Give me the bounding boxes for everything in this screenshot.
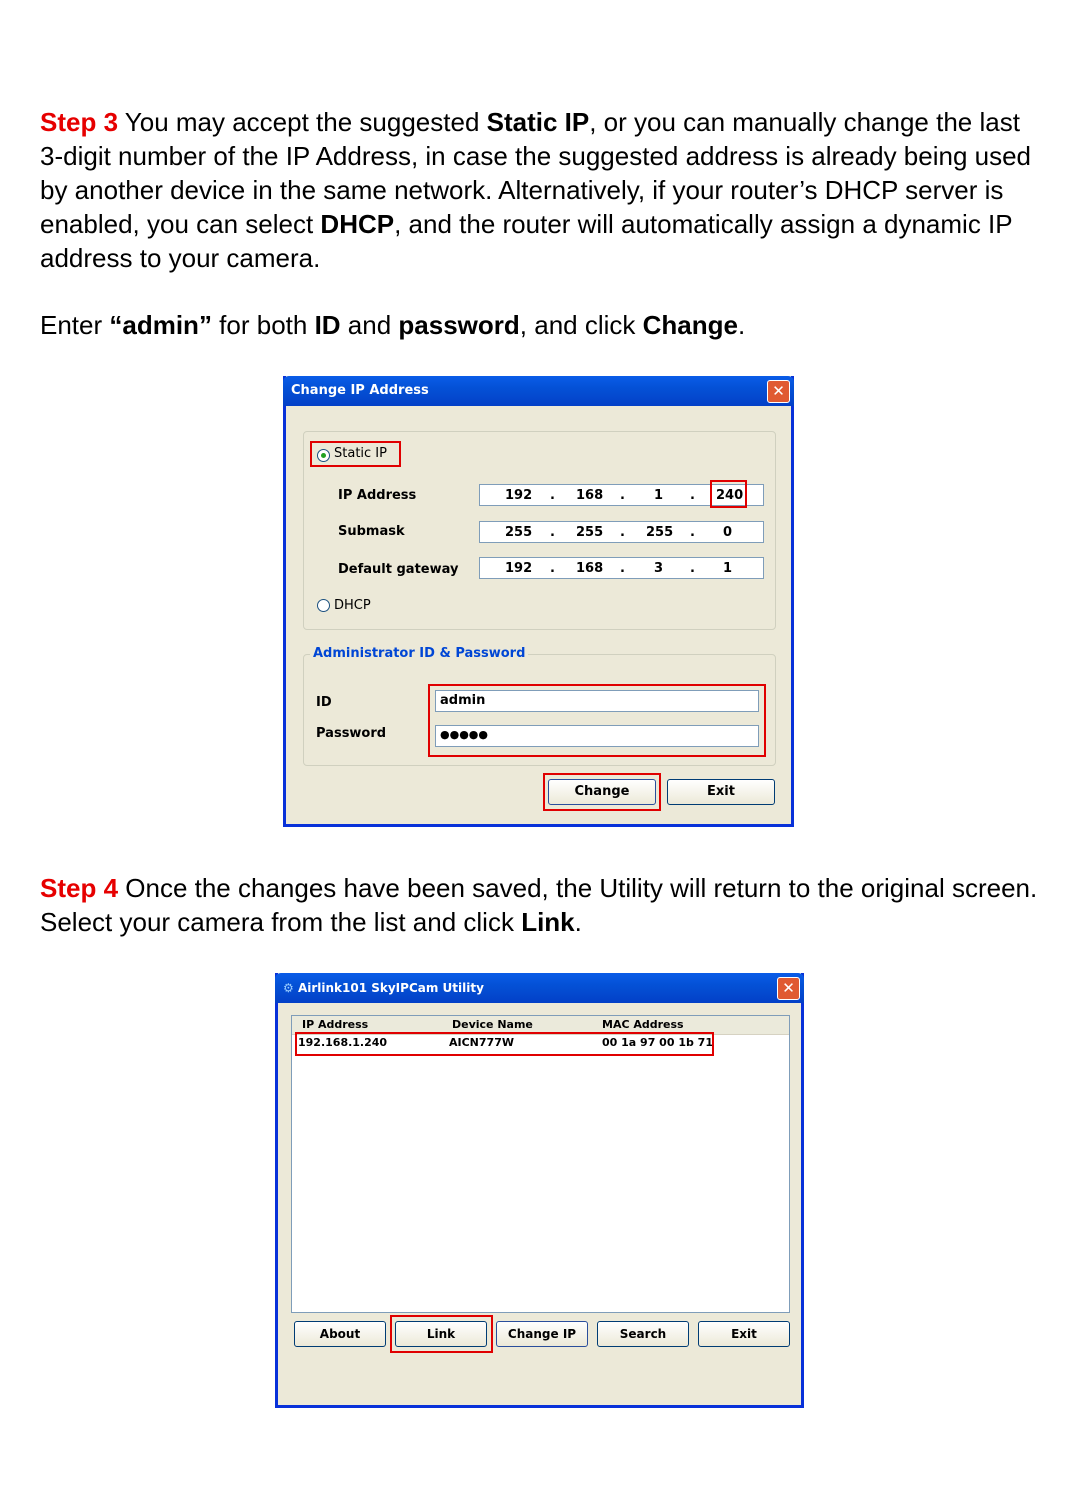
- dhcp-radio[interactable]: [317, 599, 330, 612]
- step4-label: Step 4: [40, 873, 119, 903]
- dot: .: [550, 525, 555, 540]
- octet: 0: [723, 525, 733, 540]
- submask-label: Submask: [338, 524, 405, 539]
- octet: 1: [654, 488, 664, 503]
- exit-button[interactable]: Exit: [698, 1321, 790, 1347]
- dot: .: [620, 525, 625, 540]
- dot: .: [690, 525, 695, 540]
- step4-paragraph: Step 4 Once the changes have been saved,…: [40, 871, 1050, 939]
- dot: .: [690, 561, 695, 576]
- step3-label: Step 3: [40, 107, 119, 137]
- octet: 192: [505, 488, 533, 503]
- dot: .: [620, 561, 625, 576]
- text: .: [574, 907, 582, 937]
- column-header[interactable]: MAC Address: [602, 1018, 684, 1031]
- dot: .: [620, 488, 625, 503]
- highlight-box: [428, 684, 766, 757]
- octet: 1: [723, 561, 733, 576]
- highlight-box: [543, 773, 661, 811]
- column-header[interactable]: Device Name: [452, 1018, 533, 1031]
- highlight-box: [710, 480, 747, 508]
- dialog-title: Change IP Address: [291, 383, 429, 398]
- octet: 192: [505, 561, 533, 576]
- highlight-box: [295, 1032, 714, 1056]
- about-button[interactable]: About: [294, 1321, 386, 1347]
- close-icon[interactable]: ✕: [777, 977, 800, 1000]
- bold-text: password: [398, 310, 520, 340]
- bold-text: Static IP: [486, 107, 590, 137]
- step3-paragraph: Step 3 You may accept the suggested Stat…: [40, 105, 1050, 275]
- change-ip-button[interactable]: Change IP: [496, 1321, 588, 1347]
- dot: .: [690, 488, 695, 503]
- text: Enter: [40, 310, 110, 340]
- octet: 255: [576, 525, 604, 540]
- ip-address-label: IP Address: [338, 488, 417, 503]
- dot: .: [550, 561, 555, 576]
- instruction-paragraph: Enter “admin” for both ID and password, …: [40, 308, 1050, 342]
- text: and: [340, 310, 399, 340]
- bold-text: DHCP: [320, 209, 395, 239]
- dhcp-label: DHCP: [334, 598, 371, 613]
- window-title: Airlink101 SkyIPCam Utility: [297, 981, 484, 995]
- bold-text: “admin”: [109, 310, 212, 340]
- gateway-label: Default gateway: [338, 562, 459, 577]
- bold-text: ID: [314, 310, 341, 340]
- exit-button[interactable]: Exit: [667, 779, 775, 805]
- device-list[interactable]: IP Address Device Name MAC Address 192.1…: [291, 1015, 790, 1313]
- admin-group-label: Administrator ID & Password: [310, 646, 529, 661]
- dialog-titlebar: Change IP Address ✕: [283, 376, 794, 406]
- password-label: Password: [316, 726, 387, 741]
- highlight-box: [390, 1315, 493, 1353]
- octet: 168: [576, 488, 604, 503]
- submask-input[interactable]: 255. 255. 255. 0: [479, 521, 764, 543]
- column-header[interactable]: IP Address: [302, 1018, 368, 1031]
- highlight-box: [310, 441, 401, 467]
- text: for both: [211, 310, 315, 340]
- text: You may accept the suggested: [118, 107, 487, 137]
- app-icon: ⚙: [283, 981, 298, 995]
- text: .: [737, 310, 746, 340]
- utility-window: ⚙ Airlink101 SkyIPCam Utility ✕ IP Addre…: [275, 973, 804, 1408]
- octet: 3: [654, 561, 664, 576]
- close-icon[interactable]: ✕: [767, 380, 790, 403]
- change-ip-dialog: Change IP Address ✕ Static IP IP Address…: [283, 376, 794, 827]
- octet: 168: [576, 561, 604, 576]
- search-button[interactable]: Search: [597, 1321, 689, 1347]
- octet: 255: [646, 525, 674, 540]
- bold-text: Link: [521, 907, 575, 937]
- dot: .: [550, 488, 555, 503]
- gateway-input[interactable]: 192. 168. 3. 1: [479, 557, 764, 579]
- octet: 255: [505, 525, 533, 540]
- bold-text: Change: [642, 310, 738, 340]
- text: , and click: [519, 310, 643, 340]
- id-label: ID: [316, 695, 332, 710]
- window-titlebar: ⚙ Airlink101 SkyIPCam Utility ✕: [275, 973, 804, 1003]
